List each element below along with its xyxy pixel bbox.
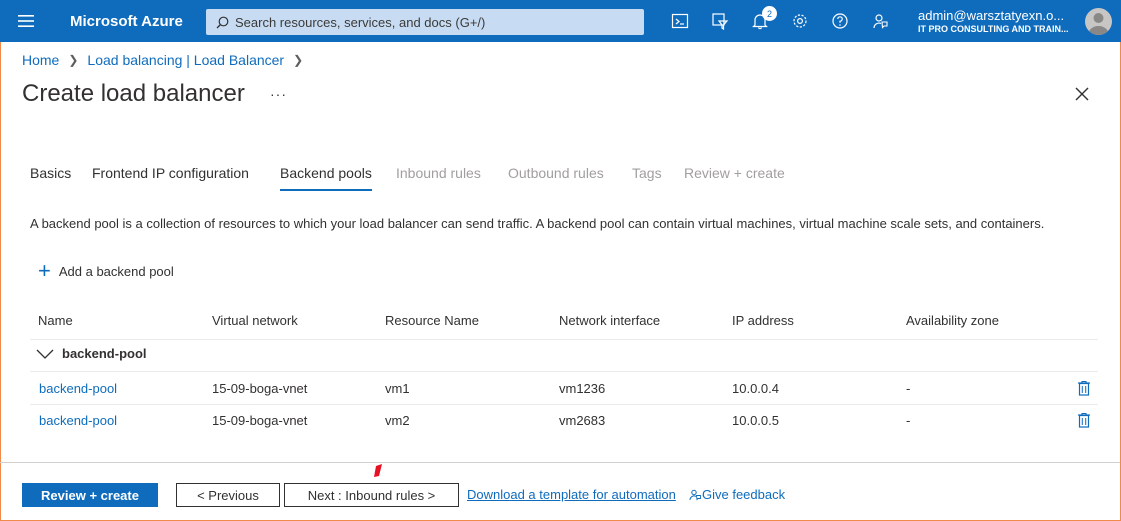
- chevron-right-icon: ❯: [293, 53, 304, 67]
- tab-inbound-rules[interactable]: Inbound rules: [396, 165, 481, 181]
- column-header-network-interface[interactable]: Network interface: [559, 313, 660, 328]
- more-options-button[interactable]: ···: [270, 86, 287, 102]
- breadcrumb-parent-link[interactable]: Load balancing | Load Balancer: [87, 52, 284, 68]
- row-2-resource-name: vm2: [385, 413, 410, 428]
- next-inbound-rules-button[interactable]: Next : Inbound rules >: [284, 483, 459, 507]
- tab-basics[interactable]: Basics: [30, 165, 71, 181]
- account-menu[interactable]: admin@warsztatyexn.o... IT PRO CONSULTIN…: [918, 8, 1080, 34]
- add-backend-pool-button[interactable]: + Add a backend pool: [38, 258, 174, 283]
- delete-icon[interactable]: [1077, 380, 1091, 396]
- add-backend-pool-label: Add a backend pool: [58, 263, 174, 279]
- pointer-mark-icon: [374, 464, 382, 477]
- search-input[interactable]: [235, 14, 635, 30]
- tab-review-create[interactable]: Review + create: [684, 165, 785, 181]
- give-feedback-label: Give feedback: [702, 487, 786, 502]
- delete-icon[interactable]: [1077, 412, 1091, 428]
- row-2-pool-link[interactable]: backend-pool: [39, 413, 117, 428]
- column-header-availability-zone[interactable]: Availability zone: [906, 313, 999, 328]
- group-row-backend-pool[interactable]: backend-pool: [36, 346, 147, 361]
- row-1-virtual-network: 15-09-boga-vnet: [212, 381, 308, 396]
- row-1-ip-address: 10.0.0.4: [732, 381, 779, 396]
- feedback-button[interactable]: [860, 0, 900, 42]
- notifications-button[interactable]: 2: [740, 0, 780, 42]
- brand-title[interactable]: Microsoft Azure: [70, 13, 206, 30]
- table-divider: [30, 371, 1098, 372]
- top-icon-group: 2: [660, 0, 900, 42]
- previous-button[interactable]: < Previous: [176, 483, 280, 507]
- global-search[interactable]: [206, 9, 644, 35]
- row-2-ip-address: 10.0.0.5: [732, 413, 779, 428]
- cloud-shell-button[interactable]: [660, 0, 700, 42]
- row-1-availability-zone: -: [906, 381, 911, 396]
- search-icon: [216, 16, 229, 28]
- footer-divider: [0, 462, 1120, 463]
- column-header-name[interactable]: Name: [38, 313, 73, 328]
- breadcrumb-home-link[interactable]: Home: [22, 52, 59, 68]
- row-1-resource-name: vm1: [385, 381, 410, 396]
- row-2-network-interface: vm2683: [559, 413, 606, 428]
- row-2-virtual-network: 15-09-boga-vnet: [212, 413, 308, 428]
- help-icon: [832, 13, 848, 29]
- cloud-shell-icon: [671, 13, 689, 29]
- tab-frontend-ip-configuration[interactable]: Frontend IP configuration: [92, 165, 249, 181]
- chevron-right-icon: ❯: [68, 53, 79, 67]
- tab-outbound-rules[interactable]: Outbound rules: [508, 165, 604, 181]
- breadcrumb: Home ❯ Load balancing | Load Balancer ❯: [22, 52, 312, 68]
- tab-backend-pools[interactable]: Backend pools: [280, 165, 372, 191]
- avatar[interactable]: [1085, 8, 1112, 35]
- account-organization: IT PRO CONSULTING AND TRAIN...: [918, 24, 1069, 34]
- feedback-icon: [689, 489, 701, 500]
- column-header-virtual-network[interactable]: Virtual network: [212, 313, 298, 328]
- page-title: Create load balancer: [22, 80, 245, 107]
- chevron-down-icon: [36, 349, 54, 359]
- review-create-button[interactable]: Review + create: [22, 483, 158, 507]
- window-frame: [0, 0, 1121, 521]
- row-1-network-interface: vm1236: [559, 381, 606, 396]
- row-1-pool-link[interactable]: backend-pool: [39, 381, 117, 396]
- column-header-resource-name[interactable]: Resource Name: [385, 313, 479, 328]
- row-2-availability-zone: -: [906, 413, 911, 428]
- portal-menu-button[interactable]: [0, 0, 52, 42]
- user-avatar-icon: [1088, 13, 1109, 35]
- backend-pool-description: A backend pool is a collection of resour…: [30, 216, 1045, 231]
- account-email: admin@warsztatyexn.o...: [918, 8, 1065, 23]
- hamburger-icon: [18, 15, 34, 27]
- directory-filter-button[interactable]: [700, 0, 740, 42]
- settings-icon: [793, 14, 807, 28]
- table-divider: [30, 404, 1098, 405]
- notification-count-badge: 2: [762, 6, 777, 21]
- tab-tags[interactable]: Tags: [632, 165, 662, 181]
- download-template-link[interactable]: Download a template for automation: [467, 487, 676, 502]
- close-icon[interactable]: [1072, 84, 1092, 104]
- help-button[interactable]: [820, 0, 860, 42]
- group-label: backend-pool: [62, 346, 147, 361]
- table-divider: [30, 339, 1098, 340]
- column-header-ip-address[interactable]: IP address: [732, 313, 794, 328]
- directory-filter-icon: [712, 13, 729, 30]
- give-feedback-link[interactable]: Give feedback: [689, 487, 785, 502]
- settings-button[interactable]: [780, 0, 820, 42]
- feedback-icon: [873, 14, 888, 29]
- plus-icon: +: [38, 258, 51, 283]
